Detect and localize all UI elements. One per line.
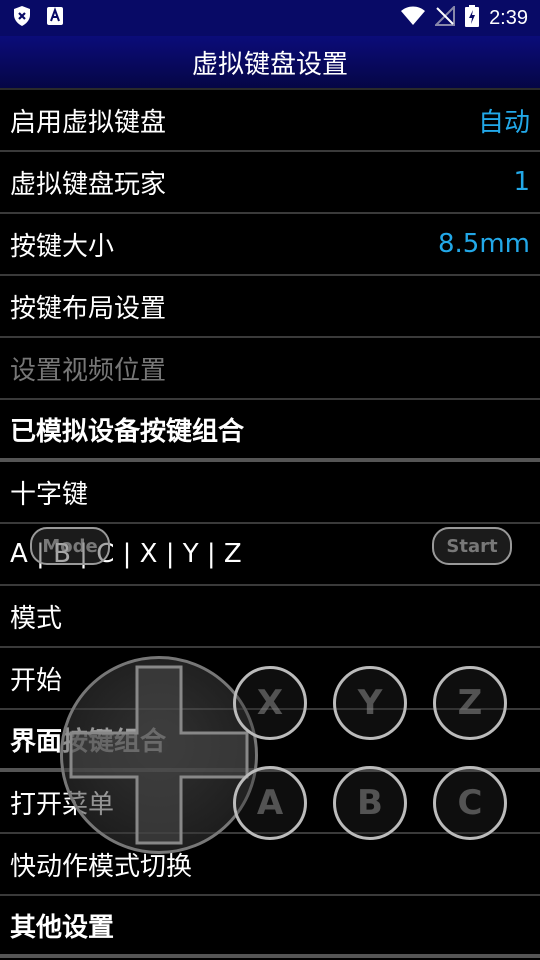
setting-value: 8.5mm	[437, 229, 530, 259]
signal-off-icon	[433, 4, 456, 30]
setting-button-layout[interactable]: 按键布局设置	[0, 276, 540, 338]
setting-label: 模式	[10, 603, 63, 634]
font-a-icon	[46, 6, 64, 30]
setting-label: 设置视频位置	[10, 355, 167, 386]
section-emulated-device-combos: 已模拟设备按键组合	[0, 400, 540, 462]
setting-enable-virtual-keyboard[interactable]: 启用虚拟键盘 自动	[0, 90, 540, 152]
setting-label: 开始	[10, 665, 63, 696]
mode-button[interactable]: Mode	[30, 527, 110, 565]
a-button-label: A	[256, 783, 284, 823]
y-button-label: Y	[357, 683, 383, 723]
section-heading: 其他设置	[10, 912, 115, 943]
b-button-label: B	[357, 783, 383, 823]
start-button[interactable]: Start	[432, 527, 512, 565]
setting-label: 按键大小	[10, 231, 115, 262]
section-heading: 已模拟设备按键组合	[10, 416, 245, 447]
dpad[interactable]	[60, 656, 258, 854]
setting-label: 按键布局设置	[10, 293, 167, 324]
setting-virtual-keyboard-player[interactable]: 虚拟键盘玩家 1	[0, 152, 540, 214]
c-button-label: C	[457, 783, 483, 823]
shield-x-icon	[12, 5, 32, 31]
y-button[interactable]: Y	[333, 666, 407, 740]
setting-dpad[interactable]: 十字键	[0, 462, 540, 524]
setting-value: 1	[513, 167, 530, 197]
mode-button-label: Mode	[42, 535, 98, 557]
setting-value: 自动	[477, 107, 530, 138]
z-button-label: Z	[457, 683, 483, 723]
wifi-icon	[401, 6, 426, 30]
status-bar: 2:39	[0, 0, 540, 36]
b-button[interactable]: B	[333, 766, 407, 840]
start-button-label: Start	[446, 535, 498, 557]
clock: 2:39	[489, 6, 528, 29]
x-button-label: X	[256, 683, 284, 723]
setting-mode[interactable]: 模式	[0, 586, 540, 648]
title-bar: 虚拟键盘设置	[0, 36, 540, 90]
setting-video-position: 设置视频位置	[0, 338, 540, 400]
a-button[interactable]: A	[233, 766, 307, 840]
setting-label: 虚拟键盘玩家	[10, 169, 167, 200]
page-title: 虚拟键盘设置	[191, 49, 348, 80]
dpad-cross-icon	[69, 665, 249, 845]
z-button[interactable]: Z	[433, 666, 507, 740]
setting-label: 启用虚拟键盘	[10, 107, 167, 138]
setting-button-size[interactable]: 按键大小 8.5mm	[0, 214, 540, 276]
setting-label: 十字键	[10, 479, 89, 510]
battery-charging-icon	[465, 5, 480, 31]
section-other-settings: 其他设置	[0, 896, 540, 958]
c-button[interactable]: C	[433, 766, 507, 840]
x-button[interactable]: X	[233, 666, 307, 740]
